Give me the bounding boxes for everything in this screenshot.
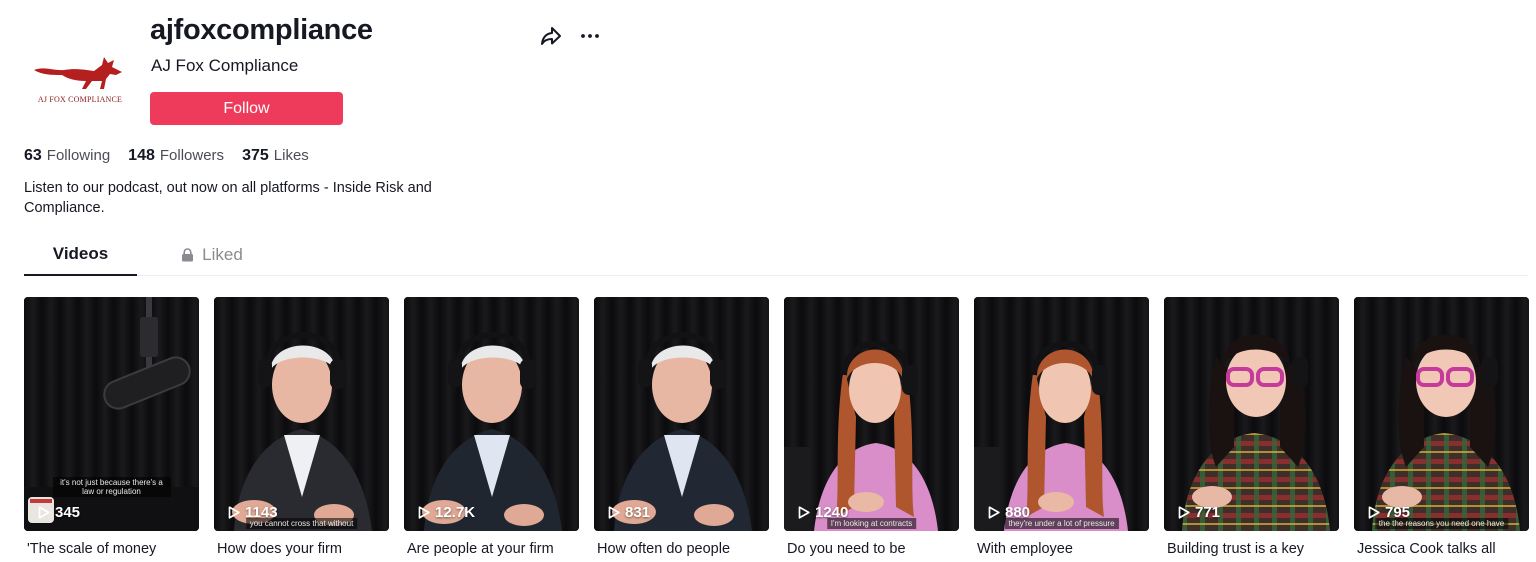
video-thumbnail[interactable]: the the reasons you need one have 795 [1354,297,1529,531]
stat-likes: 375 Likes [242,147,309,165]
view-count: 1240 [798,504,848,521]
view-count-value: 12.7K [435,504,476,521]
video-thumbnail-scene [784,340,938,531]
video-subtitle-caption: it's not just because there's a law or r… [52,477,171,497]
video-thumbnail-scene [1182,334,1330,531]
profile-page: AJ FOX COMPLIANCE ajfoxcompliance AJ Fox… [0,0,1536,562]
tab-liked-label: Liked [202,244,243,264]
display-name: AJ Fox Compliance [151,56,299,75]
play-icon [228,506,240,519]
video-thumbnail[interactable]: 12.7K [404,297,579,531]
video-card[interactable]: it's not just because there's a law or r… [24,297,199,557]
video-thumbnail[interactable]: 771 [1164,297,1339,531]
profile-stats: 63 Following 148 Followers 375 Likes [24,147,309,165]
followers-label: Followers [159,147,225,164]
video-card[interactable]: they're under a lot of pressure 880 With e… [974,297,1149,557]
play-icon [1368,506,1380,519]
follow-button[interactable]: Follow [150,92,343,125]
video-grid: it's not just because there's a law or r… [24,297,1529,557]
view-count-value: 1143 [245,504,278,521]
play-icon [798,506,810,519]
video-card[interactable]: you cannot cross that without 1143 How doe… [214,297,389,557]
more-icon[interactable] [578,24,602,48]
following-label: Following [46,147,111,164]
video-thumbnail-scene [232,332,372,531]
video-thumbnail[interactable]: they're under a lot of pressure 880 [974,297,1149,531]
lock-icon [182,247,194,261]
play-icon [988,506,1000,519]
followers-count: 148 [128,147,155,164]
video-title[interactable]: 'The scale of money [24,541,199,557]
video-title[interactable]: With employee [974,541,1149,557]
video-title[interactable]: Building trust is a key [1164,541,1339,557]
tab-liked[interactable]: Liked [167,234,257,275]
view-count: 12.7K [418,504,475,521]
video-thumbnail-scene [1372,334,1520,531]
likes-label: Likes [273,147,309,164]
video-card[interactable]: 831 How often do people [594,297,769,557]
video-thumbnail-scene [612,332,752,531]
profile-tabs: Videos Liked [24,234,1528,276]
likes-count: 375 [242,147,269,164]
play-icon [1178,506,1190,519]
profile-bio: Listen to our podcast, out now on all pl… [24,180,432,216]
share-icon[interactable] [539,24,563,48]
view-count-value: 345 [55,504,81,521]
view-count: 880 [988,504,1030,521]
tab-videos[interactable]: Videos [24,234,137,276]
logo-text: AJ FOX COMPLIANCE [37,94,123,104]
view-count: 795 [1368,504,1410,521]
username: ajfoxcompliance [150,14,373,46]
video-thumbnail[interactable]: it's not just because there's a law or r… [24,297,199,531]
view-count-value: 795 [1385,504,1411,521]
stat-followers[interactable]: 148 Followers [128,147,224,165]
video-card[interactable]: I'm looking at contracts 1240 Do you need … [784,297,959,557]
view-count: 831 [608,504,650,521]
view-count-value: 771 [1195,504,1221,521]
view-count: 345 [38,504,80,521]
video-thumbnail[interactable]: you cannot cross that without 1143 [214,297,389,531]
view-count-value: 831 [625,504,651,521]
fox-logo-icon [34,56,122,89]
video-thumbnail-scene [974,340,1128,531]
avatar[interactable]: AJ FOX COMPLIANCE [24,22,136,134]
stat-following[interactable]: 63 Following [24,147,110,165]
view-count: 1143 [228,504,278,521]
video-card[interactable]: 12.7K Are people at your firm [404,297,579,557]
play-icon [418,506,430,519]
play-icon [608,506,620,519]
view-count-value: 880 [1005,504,1031,521]
video-thumbnail[interactable]: I'm looking at contracts 1240 [784,297,959,531]
video-thumbnail[interactable]: 831 [594,297,769,531]
video-title[interactable]: How often do people [594,541,769,557]
video-thumbnail-scene [422,332,562,531]
video-card[interactable]: 771 Building trust is a key [1164,297,1339,557]
video-card[interactable]: the the reasons you need one have 795 Jess… [1354,297,1529,557]
view-count: 771 [1178,504,1220,521]
video-title[interactable]: Do you need to be [784,541,959,557]
video-title[interactable]: How does your firm [214,541,389,557]
play-icon [38,506,50,519]
video-title[interactable]: Are people at your firm [404,541,579,557]
view-count-value: 1240 [815,504,849,521]
following-count: 63 [24,147,42,164]
video-title[interactable]: Jessica Cook talks all [1354,541,1529,557]
